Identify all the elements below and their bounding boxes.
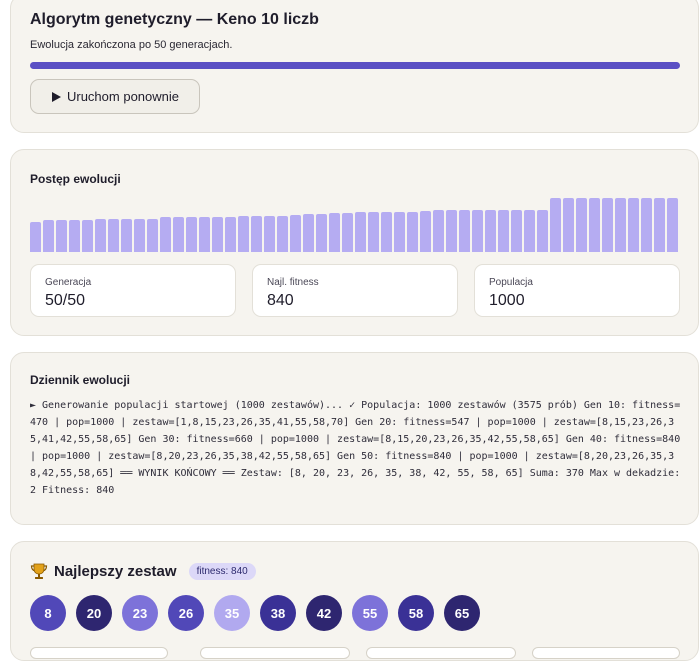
log-text: ► Generowanie populacji startowej (1000 … [30,400,681,496]
stat-population: Populacja 1000 [474,264,680,317]
best-set-card: Najlepszy zestaw fitness: 840 8 20 23 26 35 3… [10,541,699,661]
evolution-bar [251,216,262,252]
evolution-bar [82,220,93,252]
trophy-icon [30,563,48,579]
evolution-bar [524,210,535,252]
evolution-bar-chart [30,198,680,252]
number-ball: 35 [214,595,250,631]
evolution-bar [199,217,210,252]
evolution-bar [108,219,119,252]
number-ball: 8 [30,595,66,631]
evolution-bar [654,198,665,252]
evolution-bar [576,198,587,252]
evolution-bar [433,210,444,252]
evolution-label: Postęp ewolucji [30,172,121,186]
rerun-label: Uruchom ponownie [66,89,179,104]
evolution-bar [628,198,639,252]
evolution-bar [121,219,132,252]
evolution-bar [238,216,249,252]
evolution-bar [43,220,54,252]
bottom-panel [366,647,516,659]
evolution-bar [147,219,158,252]
evolution-bar [342,213,353,252]
best-numbers: 8 20 23 26 35 38 42 55 58 65 [30,595,480,631]
evolution-bar [550,198,561,252]
evolution-bar [264,216,275,252]
evolution-bar [160,217,171,252]
bottom-panel [200,647,350,659]
stat-best-fitness: Najl. fitness 840 [252,264,458,317]
evolution-bar [316,214,327,252]
number-ball: 38 [260,595,296,631]
number-ball: 20 [76,595,112,631]
stat-value: 50/50 [45,292,86,309]
number-ball: 23 [122,595,158,631]
evolution-bar [602,198,613,252]
evolution-bar [511,210,522,252]
stat-generation: Generacja 50/50 [30,264,236,317]
evolution-bar [394,212,405,252]
evolution-bar [290,215,301,252]
evolution-bar [355,212,366,252]
evolution-bar [329,213,340,252]
number-ball: 58 [398,595,434,631]
stat-label: Najl. fitness [267,277,319,288]
evolution-bar [641,198,652,252]
evolution-bar [56,220,67,252]
fitness-badge: fitness: 840 [188,562,256,580]
best-set-header: Najlepszy zestaw fitness: 840 [30,562,256,580]
header-card: Algorytm genetyczny — Keno 10 liczb Ewol… [10,0,699,133]
evolution-bar [498,210,509,252]
evolution-bar [30,222,41,252]
evolution-bar [420,211,431,252]
number-ball: 26 [168,595,204,631]
evolution-bar [95,219,106,252]
status-text: Ewolucja zakończona po 50 generacjach. [30,39,233,51]
evolution-bar [537,210,548,252]
evolution-bar [225,217,236,252]
evolution-bar [615,198,626,252]
evolution-bar [589,198,600,252]
stat-label: Generacja [45,277,92,288]
progress-bar [30,62,680,69]
number-ball: 55 [352,595,388,631]
evolution-bar [173,217,184,252]
log-label: Dziennik ewolucji [30,373,131,387]
stat-label: Populacja [489,277,533,288]
number-ball: 65 [444,595,480,631]
evolution-bar [472,210,483,252]
evolution-bar [186,217,197,252]
evolution-bar [368,212,379,252]
bottom-panel [532,647,680,659]
evolution-bar [212,217,223,252]
evolution-bar [446,210,457,252]
stat-value: 1000 [489,292,525,309]
page-title: Algorytm genetyczny — Keno 10 liczb [30,11,319,28]
evolution-bar [407,212,418,252]
progress-fill [30,62,680,69]
evolution-card: Postęp ewolucji Generacja 50/50 Najl. fi… [10,149,699,336]
log-card: Dziennik ewolucji ► Generowanie populacj… [10,352,699,525]
evolution-bar [381,212,392,252]
bottom-panel [30,647,168,659]
evolution-bar [485,210,496,252]
evolution-bar [563,198,574,252]
evolution-bar [69,220,80,252]
number-ball: 42 [306,595,342,631]
evolution-bar [277,216,288,252]
evolution-bar [459,210,470,252]
play-icon [51,91,61,102]
evolution-bar [134,219,145,252]
evolution-bar [667,198,678,252]
evolution-bar [303,214,314,252]
stat-value: 840 [267,292,294,309]
best-set-title: Najlepszy zestaw [54,562,177,580]
rerun-button[interactable]: Uruchom ponownie [30,79,200,114]
